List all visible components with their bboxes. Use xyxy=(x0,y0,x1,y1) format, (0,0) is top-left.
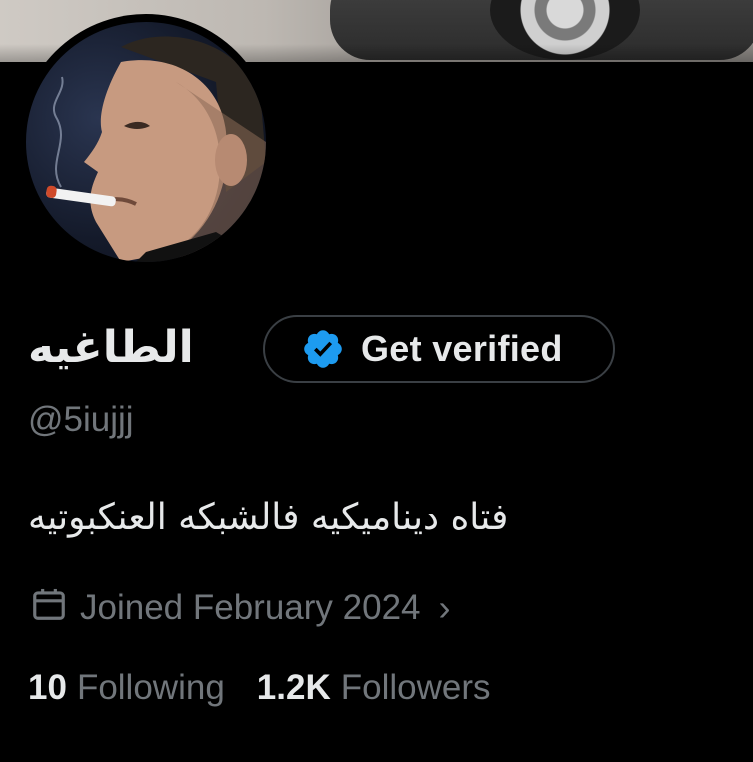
followers-count: 1.2K xyxy=(256,668,331,707)
name-row: الطاغيه Get verified xyxy=(0,312,753,392)
chevron-right-icon: › xyxy=(438,587,451,628)
avatar-image xyxy=(26,22,266,262)
profile-avatar[interactable] xyxy=(18,14,274,270)
calendar-icon xyxy=(30,585,68,632)
verified-badge-icon xyxy=(301,327,345,371)
get-verified-label: Get verified xyxy=(361,328,563,369)
profile-bio: فتاه ديناميكيه فالشبكه العنكبوتيه xyxy=(28,497,509,538)
joined-date: Joined February 2024 xyxy=(80,588,421,627)
following-count: 10 xyxy=(28,668,67,707)
following-label: Following xyxy=(76,668,225,707)
joined-row[interactable]: Joined February 2024 › xyxy=(30,583,451,633)
followers-stat[interactable]: 1.2K Followers xyxy=(257,668,491,708)
get-verified-button[interactable]: Get verified xyxy=(263,315,615,383)
followers-label: Followers xyxy=(340,668,491,707)
profile-handle: @5iujjj xyxy=(28,400,134,439)
profile-stats: 10 Following 1.2K Followers xyxy=(28,668,491,708)
display-name: الطاغيه xyxy=(28,322,194,373)
following-stat[interactable]: 10 Following xyxy=(28,668,225,708)
avatar-portrait xyxy=(46,36,266,262)
